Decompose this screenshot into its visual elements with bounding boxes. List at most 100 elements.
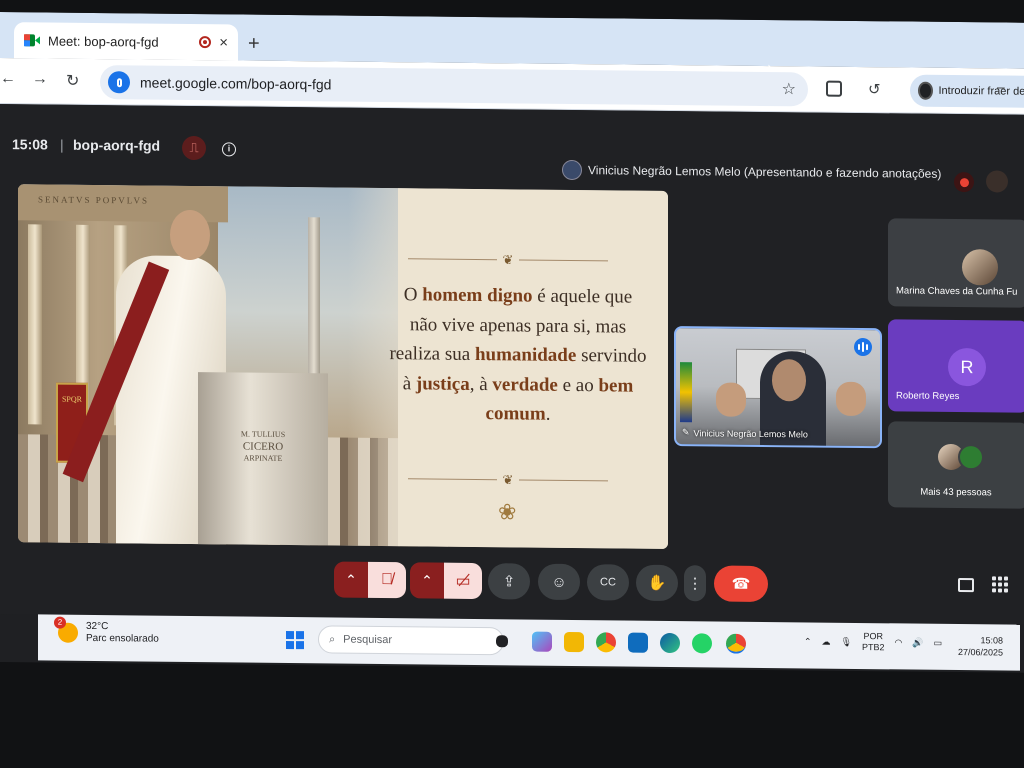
info-icon[interactable]: i [222, 142, 236, 157]
taskbar-search[interactable]: ⌕ Pesquisar [318, 625, 504, 656]
recording-indicator-icon[interactable] [954, 171, 974, 193]
top-ornament: ❦ [408, 252, 608, 271]
battery-icon[interactable]: ▭ [934, 637, 943, 648]
raise-hand-button[interactable]: ✋ [636, 564, 678, 602]
mic-options-chevron-icon[interactable]: ⌃ [334, 561, 368, 598]
camera-options-chevron-icon[interactable]: ⌃ [410, 562, 444, 599]
forward-arrow-icon[interactable]: → [32, 70, 48, 88]
meet-stage: 15:08 | bop-aorq-fgd ⎍ i Vinicius Negrão… [0, 104, 1024, 625]
speaking-indicator-icon [854, 337, 872, 357]
windows-start-icon[interactable] [286, 630, 304, 650]
profile-pill[interactable]: Introduzir fraer de ac [910, 74, 1024, 108]
quote-text: O [403, 284, 423, 306]
history-icon[interactable]: ↺ [868, 80, 881, 98]
task-view-icon[interactable] [496, 635, 508, 648]
participant-name: Roberto Reyes [896, 390, 960, 403]
weather-widget[interactable]: 2 32°C Parc ensolarado [54, 616, 159, 646]
activities-grid-icon[interactable] [992, 576, 1008, 593]
bookmark-star-icon[interactable]: ☆ [782, 79, 796, 99]
participant-tile[interactable]: R Roberto Reyes [888, 319, 1024, 413]
quote-text: e ao [557, 374, 599, 396]
chrome-icon[interactable] [596, 632, 616, 653]
chat-icon[interactable] [958, 578, 974, 593]
search-placeholder: Pesquisar [343, 633, 393, 647]
mic-control: ⌃ 🎙̸ [334, 561, 406, 599]
more-participants-label: Mais 43 pessoas [920, 486, 992, 499]
url-text: meet.google.com/bop-aorq-fgd [140, 74, 332, 93]
presenter-tile-label: ✎ Vinicius Negrão Lemos Melo [682, 427, 808, 439]
cicero-head [170, 209, 210, 261]
chrome-active-icon[interactable] [726, 633, 746, 654]
whatsapp-icon[interactable] [692, 633, 712, 654]
taskbar-time: 15:08 [980, 635, 1004, 646]
reload-icon[interactable]: ↻ [66, 71, 79, 91]
more-participants-tile[interactable]: Mais 43 pessoas [888, 421, 1024, 509]
captions-button[interactable]: CC [587, 564, 629, 601]
camera-control: ⌃ ▭̸ [410, 562, 482, 600]
temperature: 32°C [86, 620, 109, 633]
emoji-reaction-button[interactable]: ☺ [538, 563, 580, 601]
file-explorer-icon[interactable] [564, 631, 584, 653]
language-code: POR [863, 631, 883, 642]
weather-sun-icon: 2 [54, 616, 78, 643]
quote-emphasis: justiça [415, 372, 470, 395]
quote-emphasis: homem digno [422, 284, 533, 307]
system-tray: ⌃ ☁ 🎙 POR PTB2 ◠ 🔊 ▭ [804, 630, 942, 653]
wifi-icon[interactable]: ◠ [895, 637, 903, 648]
present-screen-button[interactable]: ⇪ [488, 563, 530, 600]
onedrive-icon[interactable]: ☁ [822, 636, 831, 647]
bottom-ornament: ❦ [408, 472, 608, 491]
participant-tile[interactable]: Marina Chaves da Cunha Fu [888, 218, 1024, 308]
minimize-button[interactable]: – [997, 78, 1005, 94]
hand-right [836, 381, 866, 417]
cicero-quote: O homem digno é aquele que não vive apen… [388, 280, 648, 430]
search-icon: ⌕ [329, 632, 336, 646]
taskbar-clock[interactable]: 15:08 27/06/2025 [958, 634, 1003, 658]
edge-icon[interactable] [660, 632, 680, 654]
volume-icon[interactable]: 🔊 [912, 637, 923, 648]
presenter-video-tile[interactable]: ✎ Vinicius Negrão Lemos Melo [674, 326, 882, 449]
leave-call-button[interactable]: ☎ [714, 565, 768, 603]
presenter-banner-text: Vinicius Negrão Lemos Melo (Apresentando… [588, 163, 942, 181]
profile-label: Introduzir fraer de ac [938, 84, 1024, 98]
google-meet-icon [24, 34, 40, 47]
more-options-button[interactable]: ⋮ [684, 565, 706, 602]
language-indicator[interactable]: POR PTB2 [862, 631, 885, 653]
keyboard-layout: PTB2 [861, 642, 885, 653]
store-icon[interactable] [628, 632, 648, 653]
mic-muted-button[interactable]: 🎙̸ [368, 561, 406, 599]
presenter-face [772, 359, 806, 402]
meeting-code: bop-aorq-fgd [73, 136, 161, 154]
tab-close-button[interactable]: × [219, 34, 228, 51]
address-bar[interactable]: meet.google.com/bop-aorq-fgd ☆ [100, 65, 808, 107]
profile-avatar [918, 81, 933, 100]
microphone-icon[interactable] [108, 71, 130, 94]
meeting-clock: 15:08 [12, 136, 48, 153]
tray-chevron-icon[interactable]: ⌃ [804, 636, 812, 647]
leave-room-icon[interactable]: ⎍ [182, 135, 206, 161]
monitor: Meet: bop-aorq-fgd × + ← → ↻ meet.google… [0, 0, 1024, 768]
presenter-tile-name: Vinicius Negrão Lemos Melo [693, 427, 808, 439]
participant-avatar [958, 444, 984, 471]
header-separator: | [60, 136, 64, 153]
quote-text: . [545, 403, 551, 425]
hand-left [716, 382, 746, 417]
extensions-icon[interactable] [826, 80, 842, 97]
back-arrow-icon[interactable]: ← [0, 70, 16, 88]
quote-emphasis: verdade [492, 373, 558, 396]
laurel-icon: ❀ [498, 499, 517, 525]
camera-off-button[interactable]: ▭̸ [444, 562, 482, 600]
browser-tab[interactable]: Meet: bop-aorq-fgd × [14, 22, 238, 61]
self-avatar[interactable] [986, 170, 1008, 193]
participant-avatar [962, 249, 998, 286]
podium-line-2: CICERO [242, 440, 284, 453]
microphone-tray-icon[interactable]: 🎙 [841, 636, 852, 647]
copilot-icon[interactable] [532, 631, 552, 652]
flag [680, 362, 692, 423]
podium-line-1: M. TULLIUS [240, 429, 286, 439]
tab-title: Meet: bop-aorq-fgd [48, 33, 159, 50]
recording-icon [199, 36, 212, 49]
weather-description: Parc ensolarado [86, 632, 159, 645]
quote-text: , à [469, 373, 493, 395]
new-tab-button[interactable]: + [248, 33, 260, 56]
